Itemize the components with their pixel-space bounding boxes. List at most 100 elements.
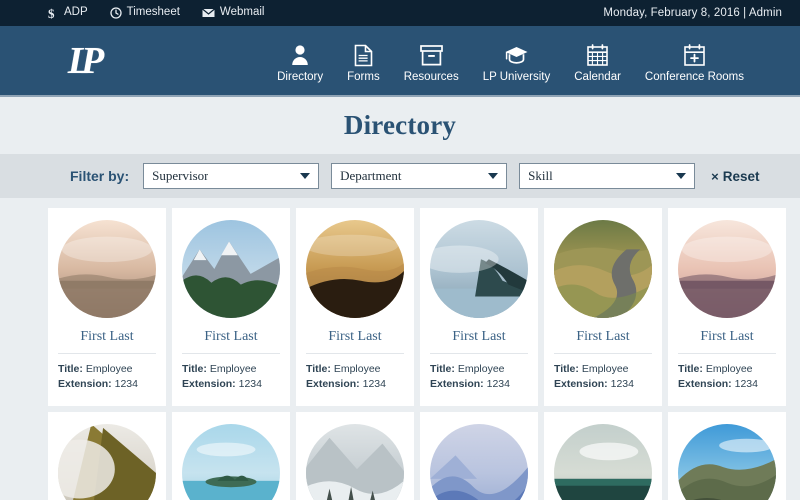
- employee-title-label: Title:: [678, 363, 703, 375]
- employee-extension-row: Extension: 1234: [182, 377, 280, 392]
- main-navbar: LP Directory Forms Resources LP Universi…: [0, 26, 800, 97]
- directory-grid: First Last Title: Employee Extension: 1234…: [48, 208, 786, 500]
- page-title-band: Directory: [0, 97, 800, 154]
- employee-card[interactable]: First LastTitle: EmployeeExtension: 1234: [420, 208, 538, 406]
- avatar[interactable]: [182, 220, 280, 318]
- topbar-link-adp-label: ADP: [64, 6, 88, 19]
- topbar-link-webmail[interactable]: Webmail: [202, 6, 265, 19]
- employee-extension-value: 1234: [114, 378, 138, 391]
- chevron-down-icon: [676, 173, 687, 179]
- filter-select-department-value: Department: [340, 168, 402, 183]
- employee-card[interactable]: First LastTitle: EmployeeExtension: 1234: [544, 412, 662, 500]
- document-icon: [354, 43, 373, 67]
- employee-title-value: Employee: [457, 363, 505, 375]
- avatar[interactable]: [554, 424, 652, 500]
- employee-title-value: Employee: [333, 363, 381, 375]
- nav-item-forms[interactable]: Forms: [335, 43, 392, 84]
- reset-filters-label: Reset: [722, 168, 760, 184]
- avatar[interactable]: [678, 424, 776, 500]
- employee-name: First Last: [700, 329, 754, 344]
- employee-card[interactable]: First LastTitle: EmployeeExtension: 1234: [668, 208, 786, 406]
- filter-select-supervisor[interactable]: Supervisor: [143, 163, 320, 189]
- avatar[interactable]: [58, 220, 156, 318]
- employee-title-label: Title:: [306, 363, 331, 375]
- avatar[interactable]: [58, 424, 156, 500]
- employee-title-label: Title:: [58, 363, 83, 375]
- directory-grid-area: First Last Title: Employee Extension: 1234…: [0, 198, 800, 500]
- employee-title-value: Employee: [705, 363, 753, 375]
- employee-extension-value: 1234: [734, 378, 758, 391]
- employee-card[interactable]: First LastTitle: EmployeeExtension: 1234: [48, 208, 166, 406]
- topbar-link-timesheet[interactable]: Timesheet: [110, 7, 180, 19]
- employee-card[interactable]: First Last Title: EmployeeExtension: 1234: [172, 208, 290, 406]
- nav-item-lp-university[interactable]: LP University: [471, 43, 563, 84]
- employee-extension-label: Extension:: [678, 378, 732, 391]
- employee-card[interactable]: First LastTitle: EmployeeExtension: 1234: [544, 208, 662, 406]
- filter-select-department[interactable]: Department: [331, 163, 508, 189]
- avatar[interactable]: [430, 220, 528, 318]
- company-logo[interactable]: LP: [56, 37, 116, 85]
- employee-card[interactable]: First Last Title: Employee Extension: 1234: [296, 208, 414, 406]
- nav-item-resources[interactable]: Resources: [392, 43, 471, 84]
- employee-extension-row: Extension: 1234: [58, 377, 156, 392]
- page-title: Directory: [343, 110, 457, 140]
- logo-monogram: LP: [67, 39, 105, 82]
- svg-text:$: $: [48, 7, 55, 20]
- envelope-icon: [202, 8, 215, 18]
- avatar[interactable]: [182, 424, 280, 500]
- topbar-date-user: Monday, February 8, 2016 | Admin: [603, 7, 782, 19]
- graduation-cap-icon: [504, 43, 529, 67]
- avatar[interactable]: [306, 424, 404, 500]
- employee-extension-value: 1234: [238, 378, 262, 391]
- filter-select-skill[interactable]: Skill: [519, 163, 696, 189]
- person-icon: [290, 43, 310, 67]
- employee-title-row: Title: Employee: [430, 362, 528, 377]
- card-divider: [306, 353, 404, 354]
- employee-title-row: Title: Employee: [182, 362, 280, 377]
- card-divider: [58, 353, 156, 354]
- employee-extension-label: Extension:: [554, 378, 608, 391]
- card-divider: [430, 353, 528, 354]
- avatar[interactable]: [430, 424, 528, 500]
- calendar-icon: [587, 43, 608, 67]
- avatar[interactable]: [306, 220, 404, 318]
- nav-item-calendar[interactable]: Calendar: [562, 43, 633, 84]
- employee-extension-value: 1234: [362, 378, 386, 391]
- employee-extension-label: Extension:: [58, 378, 112, 391]
- calendar-plus-icon: [684, 43, 705, 67]
- nav-item-directory-label: Directory: [277, 71, 324, 84]
- employee-card[interactable]: First LastTitle: EmployeeExtension: 1234: [48, 412, 166, 500]
- employee-name: First Last: [328, 329, 382, 344]
- utility-topbar: $ ADP Timesheet Webmail Monday, February…: [0, 0, 800, 26]
- filter-select-supervisor-value: Supervisor: [152, 168, 209, 183]
- nav-item-conference-rooms[interactable]: Conference Rooms: [633, 43, 756, 84]
- clock-icon: [110, 7, 122, 19]
- nav-item-directory[interactable]: Directory: [265, 43, 335, 84]
- employee-card[interactable]: First LastTitle: EmployeeExtension: 1234: [420, 412, 538, 500]
- avatar[interactable]: [678, 220, 776, 318]
- filter-select-skill-value: Skill: [528, 168, 553, 183]
- nav-item-lp-university-label: LP University: [482, 71, 551, 84]
- employee-title-value: Employee: [85, 363, 133, 375]
- employee-extension-row: Extension: 1234: [306, 377, 404, 392]
- employee-title-row: Title: Employee: [678, 362, 776, 377]
- avatar[interactable]: [554, 220, 652, 318]
- topbar-link-adp[interactable]: $ ADP: [48, 7, 88, 20]
- employee-meta: Title: Employee Extension: 1234: [678, 362, 776, 392]
- employee-name: First Last: [204, 329, 258, 344]
- employee-card[interactable]: First LastTitle: EmployeeExtension: 1234: [296, 412, 414, 500]
- nav-item-forms-label: Forms: [347, 71, 380, 84]
- topbar-link-timesheet-label: Timesheet: [126, 6, 180, 19]
- employee-extension-label: Extension:: [430, 378, 484, 391]
- nav-item-calendar-label: Calendar: [574, 71, 621, 84]
- card-divider: [678, 353, 776, 354]
- nav-item-conference-rooms-label: Conference Rooms: [644, 71, 744, 84]
- employee-title-label: Title:: [430, 363, 455, 375]
- filter-bar: Filter by: Supervisor Department Skill ×…: [0, 154, 800, 198]
- employee-card[interactable]: First LastTitle: EmployeeExtension: 1234: [668, 412, 786, 500]
- employee-extension-row: Extension: 1234: [554, 377, 652, 392]
- employee-card[interactable]: First LastTitle: EmployeeExtension: 1234: [172, 412, 290, 500]
- topbar-link-webmail-label: Webmail: [219, 6, 265, 19]
- reset-filters-button[interactable]: × Reset: [711, 169, 759, 184]
- employee-title-label: Title:: [554, 363, 579, 375]
